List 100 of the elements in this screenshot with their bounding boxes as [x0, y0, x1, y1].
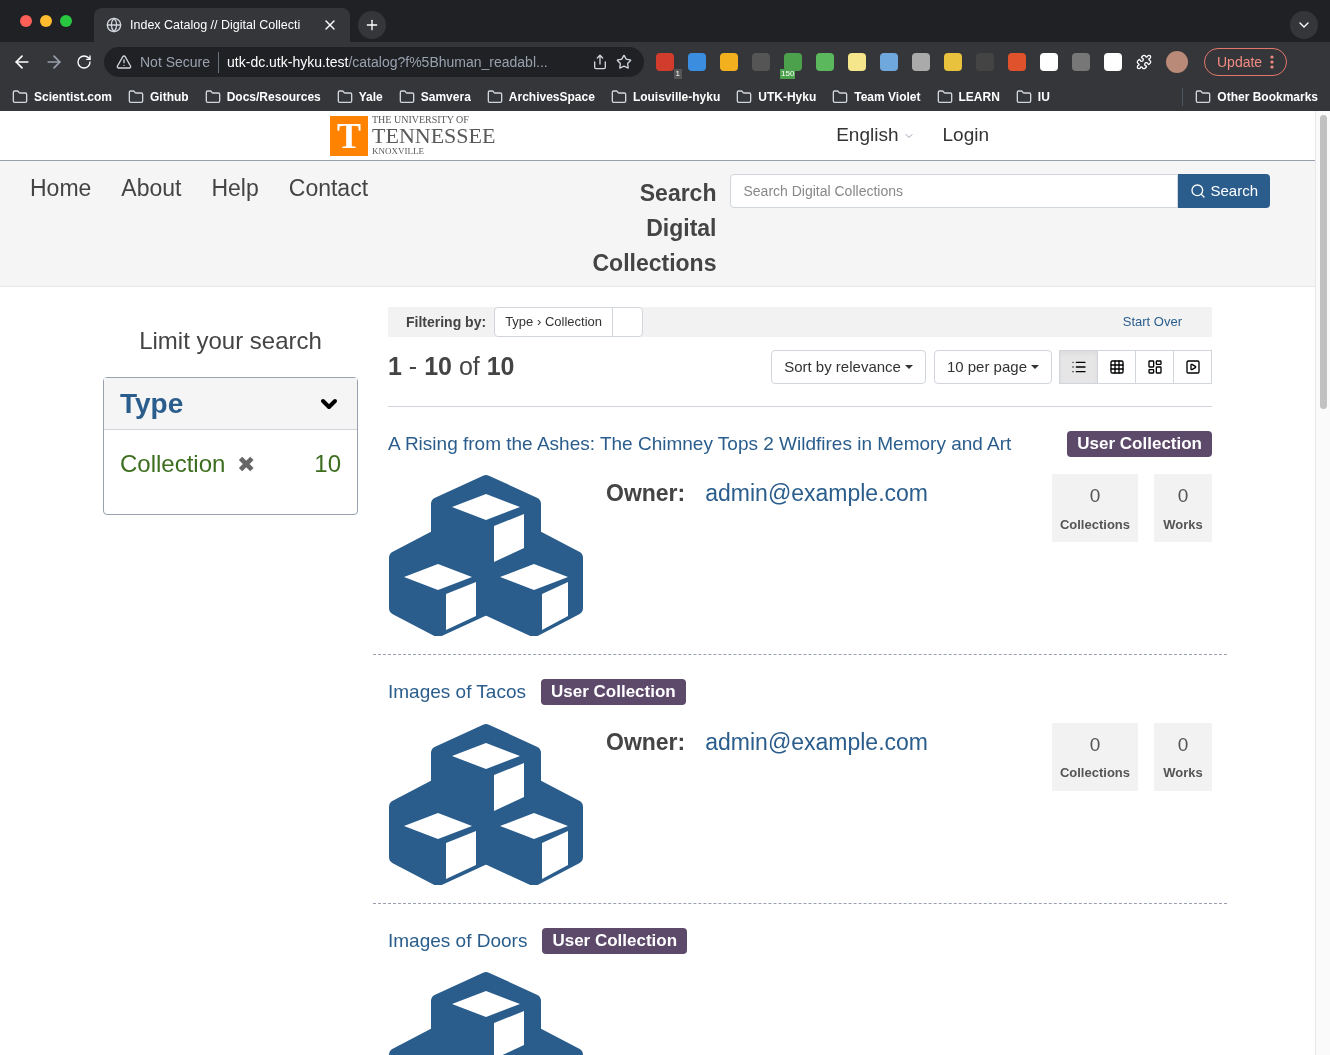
- extension-icon[interactable]: [1104, 53, 1122, 71]
- folder-icon: [1015, 88, 1032, 105]
- extension-icon[interactable]: [944, 53, 962, 71]
- owner-link[interactable]: admin@example.com: [705, 724, 928, 759]
- view-toggle[interactable]: [1135, 349, 1174, 384]
- filter-label: Filtering by:: [406, 312, 487, 332]
- remove-filter-link[interactable]: ✖: [237, 447, 256, 481]
- view-toggle[interactable]: [1173, 349, 1212, 384]
- per-page-dropdown[interactable]: 10 per page: [933, 349, 1052, 384]
- reload-icon[interactable]: [76, 54, 92, 70]
- extension-icon[interactable]: [688, 53, 706, 71]
- collection-title-link[interactable]: A Rising from the Ashes: The Chimney Tops 2 Wildfires in Memory and Art: [388, 429, 1012, 458]
- view-toggle[interactable]: [1097, 349, 1136, 384]
- bookmark-item[interactable]: Samvera: [398, 87, 471, 106]
- url-text: utk-dc.utk-hyku.test/catalog?f%5Bhuman_readabl...: [227, 52, 549, 72]
- stat-value: 0: [1089, 732, 1101, 757]
- stat-value: 0: [1177, 732, 1189, 757]
- collection-title-link[interactable]: Images of Tacos: [388, 678, 526, 707]
- plus-icon: [364, 17, 380, 33]
- scrollbar[interactable]: [1315, 111, 1330, 1055]
- folder-icon: [610, 88, 627, 105]
- nav-link[interactable]: Contact: [288, 171, 369, 286]
- collection-badge: User Collection: [1067, 430, 1212, 457]
- other-bookmarks[interactable]: Other Bookmarks: [1182, 87, 1318, 106]
- bookmark-item[interactable]: Docs/Resources: [204, 87, 321, 106]
- extension-icon[interactable]: [880, 53, 898, 71]
- bookmark-item[interactable]: ArchivesSpace: [486, 87, 595, 106]
- nav-link[interactable]: Home: [30, 171, 92, 286]
- share-icon[interactable]: [592, 54, 608, 70]
- bookmark-item[interactable]: Github: [128, 87, 189, 106]
- extension-icon[interactable]: [848, 53, 866, 71]
- puzzle-icon[interactable]: [1136, 54, 1152, 70]
- search-field[interactable]: Search Digital Collections: [730, 174, 1179, 208]
- zoom-window-icon[interactable]: [60, 15, 72, 27]
- folder-icon: [1195, 88, 1212, 105]
- new-tab-button[interactable]: [358, 11, 386, 39]
- folder-icon: [486, 88, 503, 105]
- bookmark-item[interactable]: Scientist.com: [12, 87, 113, 106]
- bookmark-item[interactable]: LEARN: [936, 87, 1000, 106]
- language-dropdown[interactable]: English: [836, 121, 915, 150]
- nav-link[interactable]: Help: [211, 171, 259, 286]
- folder-icon: [398, 88, 415, 105]
- folder-icon: [204, 88, 221, 105]
- nav-link[interactable]: About: [121, 171, 182, 286]
- facet-header[interactable]: Type: [104, 378, 357, 430]
- start-over-link[interactable]: Start Over: [1122, 312, 1182, 332]
- extension-icon[interactable]: [720, 53, 738, 71]
- collection-title-link[interactable]: Images of Doors: [388, 926, 528, 955]
- stat-label: Collections: [1059, 764, 1130, 782]
- collection-badge: User Collection: [542, 927, 688, 954]
- search-label: Search Digital Collections: [591, 179, 717, 278]
- caret-icon: [904, 364, 913, 369]
- minimize-window-icon[interactable]: [40, 15, 52, 27]
- search-button[interactable]: Search: [1178, 174, 1270, 208]
- address-bar[interactable]: Not Secure utk-dc.utk-hyku.test/catalog?f%5Bhuman_readabl...: [104, 47, 644, 77]
- login-link[interactable]: Login: [942, 121, 989, 150]
- stat-value: 0: [1177, 484, 1189, 508]
- view-toggle[interactable]: [1059, 349, 1098, 384]
- slideshow-view-icon: [1184, 358, 1201, 375]
- facet-title: Type: [120, 386, 184, 421]
- tab-title: Index Catalog // Digital Collecti: [130, 16, 302, 34]
- owner-link[interactable]: admin@example.com: [705, 476, 928, 511]
- folder-icon: [336, 88, 353, 105]
- extension-icon[interactable]: [912, 53, 930, 71]
- folder-icon: [12, 88, 28, 105]
- folder-icon: [128, 88, 145, 105]
- extension-icon[interactable]: [816, 53, 834, 71]
- bookmark-item[interactable]: Yale: [336, 87, 383, 106]
- folder-icon: [936, 88, 953, 105]
- stat-label: Works: [1163, 515, 1203, 534]
- owner-label: Owner:: [606, 479, 686, 508]
- caret-icon: [1031, 364, 1039, 369]
- more-icon: [1270, 55, 1275, 69]
- close-window-icon[interactable]: [20, 15, 32, 27]
- bookmark-star-icon[interactable]: [616, 54, 632, 70]
- folder-icon: [832, 88, 849, 105]
- filter-chip[interactable]: Type › Collection: [494, 307, 643, 337]
- stat-label: Collections: [1059, 515, 1130, 534]
- cubes-icon: [388, 474, 584, 636]
- bookmark-item[interactable]: Team Violet: [832, 87, 921, 106]
- globe-icon: [106, 17, 122, 33]
- facet-count: 10: [314, 449, 341, 479]
- bookmark-item[interactable]: Louisville-hyku: [610, 87, 721, 106]
- tab-search-button[interactable]: [1290, 11, 1318, 39]
- extension-badge: 150: [780, 69, 796, 79]
- extension-badge: 1: [673, 69, 682, 79]
- avatar-icon[interactable]: [1166, 51, 1188, 73]
- bookmark-item[interactable]: IU: [1015, 87, 1050, 106]
- security-label: Not Secure: [140, 51, 220, 73]
- extension-icon[interactable]: [1040, 53, 1058, 71]
- bookmark-item[interactable]: UTK-Hyku: [736, 87, 817, 106]
- sort-dropdown[interactable]: Sort by relevance: [771, 349, 926, 384]
- browser-tab[interactable]: Index Catalog // Digital Collecti: [94, 8, 350, 42]
- sidebar-title: Limit your search: [138, 326, 323, 356]
- extension-icon[interactable]: [784, 53, 802, 71]
- collection-badge: User Collection: [541, 679, 686, 706]
- grid-view-icon: [1108, 358, 1125, 375]
- cubes-icon: [388, 722, 584, 885]
- results-count: 1 - 10 of 10: [388, 351, 515, 382]
- facet-value: Collection: [120, 449, 226, 479]
